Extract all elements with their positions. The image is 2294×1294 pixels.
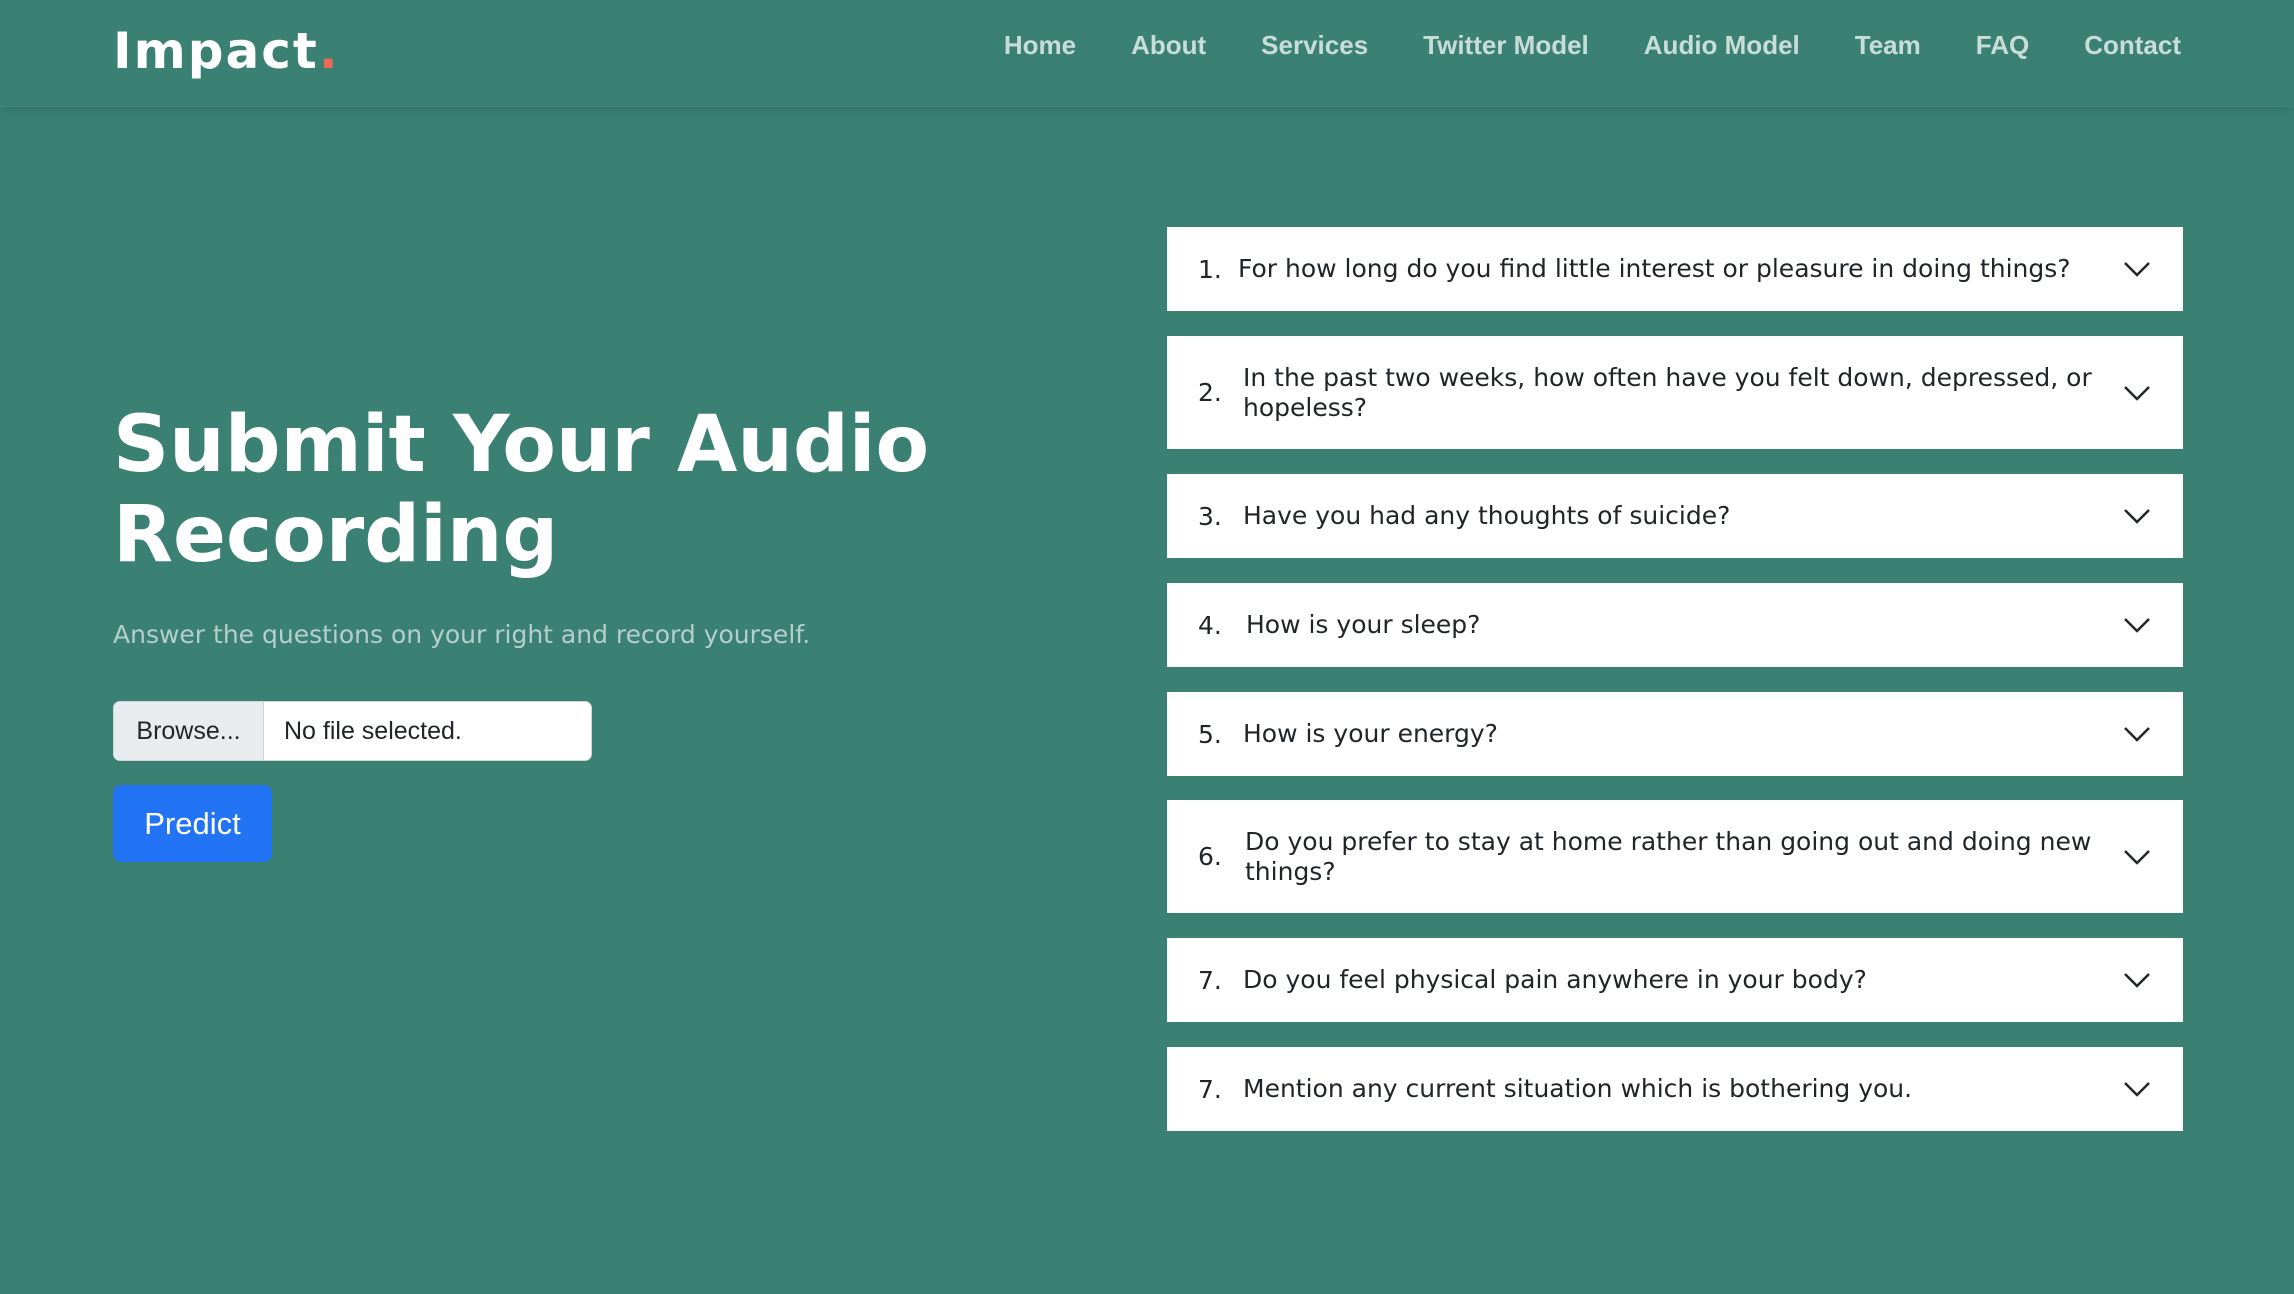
question-item-5[interactable]: 5. How is your energy? [1167,692,2183,776]
chevron-down-icon [2124,1082,2150,1097]
question-text: How is your sleep? [1246,610,1481,639]
question-item-6[interactable]: 6. Do you prefer to stay at home rather … [1167,800,2183,913]
chevron-down-icon [2124,618,2150,633]
question-number: 2. [1198,378,1222,407]
page-subtitle: Answer the questions on your right and r… [113,620,811,649]
nav-faq[interactable]: FAQ [1976,30,2029,61]
question-number: 3. [1198,501,1222,531]
hero-section: Submit Your Audio Recording Answer the q… [113,400,1013,649]
chevron-down-icon [2124,262,2150,277]
question-text: In the past two weeks, how often have yo… [1243,362,2092,422]
browse-button[interactable]: Browse... [114,702,264,760]
question-item-7[interactable]: 7. Do you feel physical pain anywhere in… [1167,938,2183,1022]
title-line-2: Recording [113,490,559,580]
question-number: 7. [1198,965,1222,995]
chevron-down-icon [2124,727,2150,742]
question-number: 4. [1198,610,1222,640]
nav-contact[interactable]: Contact [2084,30,2181,61]
logo[interactable]: Impact. [113,22,340,80]
page-title: Submit Your Audio Recording [113,400,1013,580]
question-number: 6. [1198,842,1222,871]
question-text: Do you feel physical pain anywhere in yo… [1243,965,1867,994]
question-text: Do you prefer to stay at home rather tha… [1245,826,2092,886]
predict-button[interactable]: Predict [113,785,272,862]
nav-home[interactable]: Home [1004,30,1076,61]
site-header: Impact. Home About Services Twitter Mode… [0,0,2294,107]
question-item-3[interactable]: 3. Have you had any thoughts of suicide? [1167,474,2183,558]
chevron-down-icon [2124,509,2150,524]
main-nav: Home About Services Twitter Model Audio … [949,30,2181,61]
question-item-2[interactable]: 2. In the past two weeks, how often have… [1167,336,2183,449]
question-number: 5. [1198,719,1222,749]
chevron-down-icon [2124,385,2150,401]
file-status: No file selected. [284,716,462,745]
nav-audio-model[interactable]: Audio Model [1644,30,1800,61]
nav-services[interactable]: Services [1261,30,1368,61]
audio-file-input[interactable]: Browse... No file selected. [113,701,592,761]
question-number: 1. [1198,254,1222,284]
chevron-down-icon [2124,973,2150,988]
question-item-8[interactable]: 7. Mention any current situation which i… [1167,1047,2183,1131]
chevron-down-icon [2124,849,2150,865]
logo-dot: . [318,22,340,80]
logo-text: Impact [113,22,319,80]
question-number: 7. [1198,1074,1222,1104]
question-text: How is your energy? [1243,719,1498,748]
nav-twitter-model[interactable]: Twitter Model [1423,30,1589,61]
nav-team[interactable]: Team [1855,30,1921,61]
nav-about[interactable]: About [1131,30,1206,61]
question-text: Have you had any thoughts of suicide? [1243,501,1731,530]
question-text: For how long do you find little interest… [1238,254,2071,283]
question-item-1[interactable]: 1. For how long do you find little inter… [1167,227,2183,311]
question-item-4[interactable]: 4. How is your sleep? [1167,583,2183,667]
question-text: Mention any current situation which is b… [1243,1074,1913,1103]
title-line-1: Submit Your Audio [113,400,930,490]
